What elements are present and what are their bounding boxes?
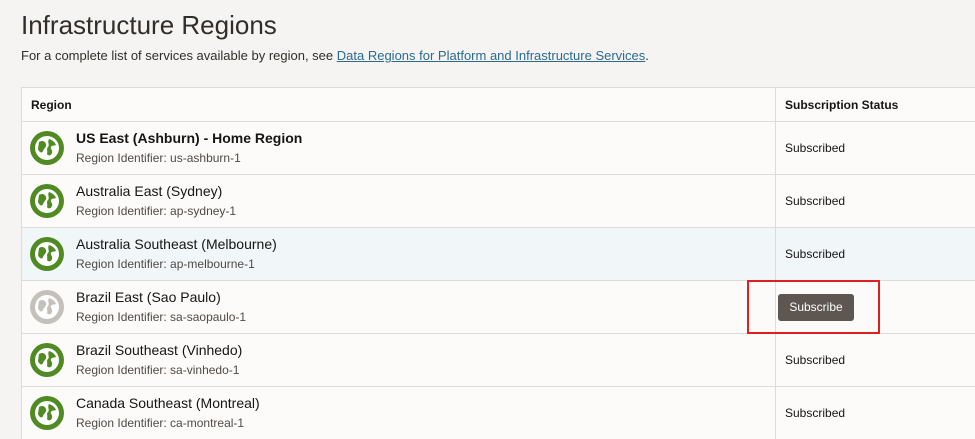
table-row: Brazil Southeast (Vinhedo) Region Identi… (22, 334, 975, 387)
globe-icon (30, 184, 64, 218)
region-cell: Brazil East (Sao Paulo) Region Identifie… (22, 281, 776, 333)
table-row: US East (Ashburn) - Home Region Region I… (22, 122, 975, 175)
data-regions-link[interactable]: Data Regions for Platform and Infrastruc… (337, 48, 646, 63)
region-cell: US East (Ashburn) - Home Region Region I… (22, 122, 776, 174)
region-name: US East (Ashburn) - Home Region (76, 129, 303, 146)
table-row: Australia Southeast (Melbourne) Region I… (22, 228, 975, 281)
column-header-region[interactable]: Region (22, 88, 776, 121)
subscription-status: Subscribed (785, 353, 846, 367)
region-name: Canada Southeast (Montreal) (76, 394, 260, 411)
region-cell: Canada Southeast (Montreal) Region Ident… (22, 387, 776, 439)
region-cell: Brazil Southeast (Vinhedo) Region Identi… (22, 334, 776, 386)
regions-table: Region Subscription Status US East (Ashb… (21, 87, 975, 439)
region-identifier: Region Identifier: us-ashburn-1 (76, 150, 241, 165)
page-title: Infrastructure Regions (21, 10, 277, 40)
region-name: Brazil Southeast (Vinhedo) (76, 341, 243, 358)
highlight-box (747, 280, 880, 334)
region-identifier: Region Identifier: ap-melbourne-1 (76, 256, 255, 271)
region-name: Brazil East (Sao Paulo) (76, 288, 221, 305)
table-row: Canada Southeast (Montreal) Region Ident… (22, 387, 975, 439)
region-name: Australia Southeast (Melbourne) (76, 235, 277, 252)
subscription-status: Subscribed (785, 406, 846, 420)
table-header: Region Subscription Status (22, 88, 975, 122)
globe-icon (30, 396, 64, 430)
region-cell: Australia East (Sydney) Region Identifie… (22, 175, 776, 227)
intro-suffix: . (645, 48, 649, 63)
subscription-status: Subscribed (785, 141, 846, 155)
region-identifier: Region Identifier: sa-vinhedo-1 (76, 362, 240, 377)
region-identifier: Region Identifier: ca-montreal-1 (76, 415, 245, 430)
globe-icon (30, 131, 64, 165)
intro-text: For a complete list of services availabl… (21, 48, 649, 63)
region-identifier: Region Identifier: sa-saopaulo-1 (76, 309, 247, 324)
intro-prefix: For a complete list of services availabl… (21, 48, 337, 63)
region-name: Australia East (Sydney) (76, 182, 223, 199)
subscription-status: Subscribed (785, 194, 846, 208)
globe-icon (30, 290, 64, 324)
globe-icon (30, 343, 64, 377)
column-header-status[interactable]: Subscription Status (776, 88, 898, 121)
globe-icon (30, 237, 64, 271)
region-identifier: Region Identifier: ap-sydney-1 (76, 203, 237, 218)
table-row: Australia East (Sydney) Region Identifie… (22, 175, 975, 228)
subscription-status: Subscribed (785, 247, 846, 261)
region-cell: Australia Southeast (Melbourne) Region I… (22, 228, 776, 280)
